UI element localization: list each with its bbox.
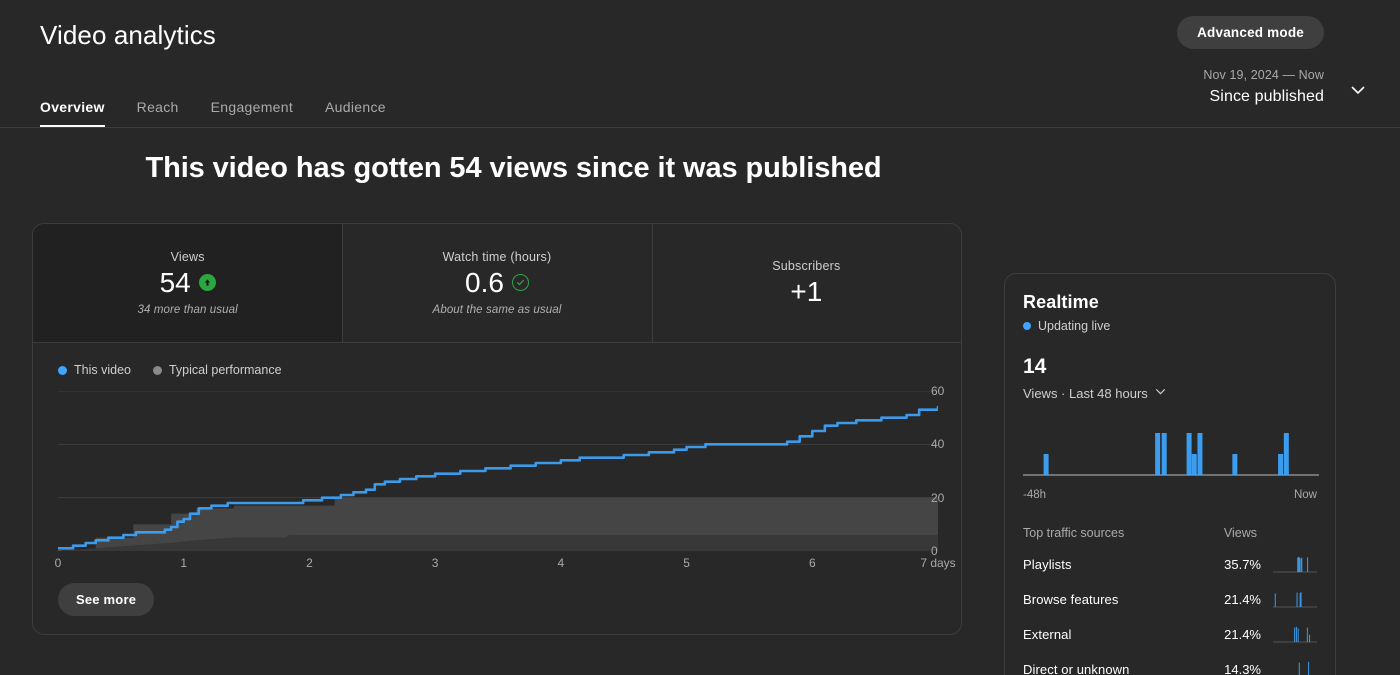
y-axis-tick: 60 (931, 384, 944, 398)
metric-tile-watch-time[interactable]: Watch time (hours) 0.6 About the same as… (342, 224, 651, 342)
legend-label: This video (74, 363, 131, 377)
traffic-source-sparkline (1273, 588, 1317, 610)
metric-tile-subscribers[interactable]: Subscribers +1 (652, 224, 961, 342)
realtime-axis-right: Now (1294, 489, 1317, 501)
live-dot-icon (1023, 322, 1031, 330)
date-range-selector[interactable]: Nov 19, 2024 — Now Since published (1203, 68, 1324, 107)
metric-tiles: Views 54 34 more than usual Watch time (… (33, 224, 961, 343)
x-axis-tick: 7 days (920, 556, 955, 570)
legend-label: Typical performance (169, 363, 282, 377)
realtime-panel: Realtime Updating live 14 Views · Last 4… (1004, 273, 1336, 675)
see-more-button-overview[interactable]: See more (58, 583, 154, 616)
analytics-tabs: Overview Reach Engagement Audience (40, 99, 402, 127)
traffic-source-name: Browse features (1023, 592, 1211, 607)
metric-note: 34 more than usual (138, 304, 238, 316)
y-axis-tick: 20 (931, 491, 944, 505)
metric-value: 54 (160, 268, 191, 297)
metric-label: Views (171, 250, 205, 264)
check-circle-icon (512, 274, 529, 291)
traffic-source-percent: 21.4% (1211, 627, 1261, 642)
date-range-sub: Nov 19, 2024 — Now (1203, 68, 1324, 84)
chevron-down-icon[interactable] (1152, 383, 1169, 403)
traffic-source-sparkline (1273, 553, 1317, 575)
x-axis-tick: 3 (432, 556, 439, 570)
chevron-down-icon[interactable] (1346, 78, 1370, 102)
traffic-source-percent: 21.4% (1211, 592, 1261, 607)
realtime-metric-selector[interactable]: Views · Last 48 hours (1023, 383, 1317, 403)
metric-value: 0.6 (465, 268, 504, 297)
tab-audience[interactable]: Audience (309, 99, 402, 127)
traffic-source-name: External (1023, 627, 1211, 642)
traffic-source-row[interactable]: Playlists35.7% (1023, 553, 1317, 575)
x-axis-tick: 1 (180, 556, 187, 570)
traffic-source-percent: 14.3% (1211, 662, 1261, 675)
y-axis-tick: 40 (931, 437, 944, 451)
traffic-sources-views-label: Views (1224, 526, 1257, 540)
metric-note: About the same as usual (433, 304, 562, 316)
overview-main-column: This video has gotten 54 views since it … (0, 128, 995, 185)
page-title: Video analytics (40, 20, 216, 51)
chart-y-axis: 0204060 (895, 391, 939, 551)
traffic-source-sparkline (1273, 623, 1317, 645)
arrow-up-icon (199, 274, 216, 291)
metric-tile-views[interactable]: Views 54 34 more than usual (33, 224, 342, 342)
x-axis-tick: 2 (306, 556, 313, 570)
traffic-source-row[interactable]: Direct or unknown14.3% (1023, 658, 1317, 675)
date-range-main: Since published (1203, 87, 1324, 107)
traffic-source-name: Direct or unknown (1023, 662, 1211, 675)
realtime-views-count: 14 (1023, 355, 1317, 379)
realtime-subtitle: Views · Last 48 hours (1023, 386, 1148, 401)
realtime-bar-chart[interactable] (1023, 423, 1319, 485)
headline-text: This video has gotten 54 views since it … (0, 152, 995, 185)
x-axis-tick: 0 (55, 556, 62, 570)
metric-label: Subscribers (772, 259, 840, 273)
tab-overview[interactable]: Overview (40, 99, 121, 127)
legend-item-typical-performance[interactable]: Typical performance (153, 363, 282, 377)
live-label: Updating live (1038, 319, 1110, 333)
traffic-source-name: Playlists (1023, 557, 1211, 572)
realtime-axis: -48h Now (1023, 489, 1317, 501)
overview-card: Views 54 34 more than usual Watch time (… (32, 223, 962, 635)
legend-dot-icon (58, 366, 67, 375)
legend-dot-icon (153, 366, 162, 375)
x-axis-tick: 5 (683, 556, 690, 570)
chart-x-axis: 01234567 days (58, 556, 938, 574)
traffic-source-row[interactable]: Browse features21.4% (1023, 588, 1317, 610)
traffic-sources-title: Top traffic sources (1023, 526, 1124, 540)
traffic-source-sparkline (1273, 658, 1317, 675)
realtime-axis-left: -48h (1023, 489, 1046, 501)
traffic-sources-header: Top traffic sources Views (1023, 526, 1317, 540)
x-axis-tick: 4 (558, 556, 565, 570)
realtime-live-status: Updating live (1023, 319, 1317, 333)
realtime-title: Realtime (1023, 292, 1317, 313)
traffic-source-percent: 35.7% (1211, 557, 1261, 572)
metric-label: Watch time (hours) (443, 250, 552, 264)
analytics-content: This video has gotten 54 views since it … (0, 128, 1400, 675)
x-axis-tick: 6 (809, 556, 816, 570)
chart-legend: This video Typical performance (58, 363, 282, 377)
views-chart-region: This video Typical performance 0204060 0… (33, 343, 961, 635)
tab-reach[interactable]: Reach (121, 99, 195, 127)
views-line-chart[interactable] (58, 391, 938, 551)
advanced-mode-button[interactable]: Advanced mode (1177, 16, 1324, 49)
page-header: Video analytics Advanced mode Nov 19, 20… (0, 0, 1400, 128)
legend-item-this-video[interactable]: This video (58, 363, 131, 377)
tab-engagement[interactable]: Engagement (195, 99, 309, 127)
metric-value: +1 (790, 277, 822, 306)
traffic-sources-list: Playlists35.7%Browse features21.4%Extern… (1023, 553, 1317, 675)
traffic-source-row[interactable]: External21.4% (1023, 623, 1317, 645)
